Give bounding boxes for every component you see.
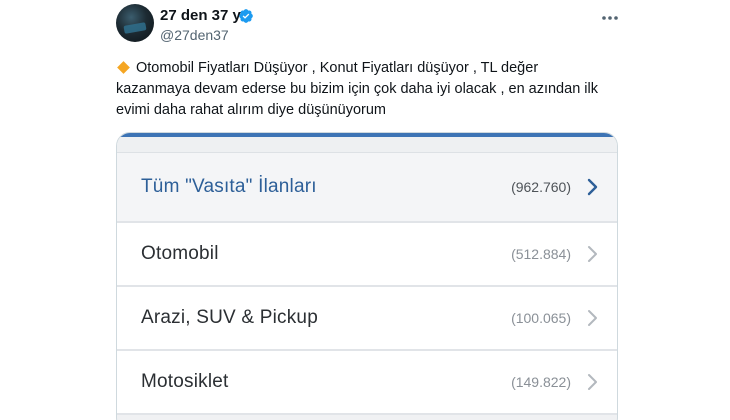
user-handle[interactable]: @27den37 [160,27,229,44]
category-name: Otomobil [141,243,219,264]
category-count: (962.760) [511,179,571,195]
display-name[interactable]: 27 den 37 ye [160,7,249,25]
orange-diamond-icon [117,61,130,75]
tweet-text: Otomobil Fiyatları Düşüyor , Konut Fiyat… [116,58,616,121]
tweet: 27 den 37 ye @27den37 Otomobil Fiyatları… [0,0,730,420]
category-count: (149.822) [511,374,571,390]
category-name: Arazi, SUV & Pickup [141,307,318,328]
category-count: (100.065) [511,310,571,326]
media-header-strip [117,137,617,153]
category-count: (512.884) [511,246,571,262]
avatar[interactable] [116,4,154,42]
chevron-right-icon [587,178,598,196]
more-options-icon[interactable] [600,8,620,28]
tweet-body: Otomobil Fiyatları Düşüyor , Konut Fiyat… [116,60,598,118]
chevron-right-icon [588,246,597,262]
verified-badge-icon [239,9,253,23]
category-row-suv: Arazi, SUV & Pickup (100.065) [117,287,617,351]
category-name: Tüm "Vasıta" İlanları [141,176,317,197]
category-row-all-vehicles: Tüm "Vasıta" İlanları (962.760) [117,153,617,223]
chevron-right-icon [588,374,597,390]
category-row-otomobil: Otomobil (512.884) [117,223,617,287]
category-name: Motosiklet [141,371,229,392]
chevron-right-icon [588,310,597,326]
tweet-media-image[interactable]: Tüm "Vasıta" İlanları (962.760) Otomobil… [116,132,618,420]
category-row-motosiklet: Motosiklet (149.822) [117,351,617,415]
